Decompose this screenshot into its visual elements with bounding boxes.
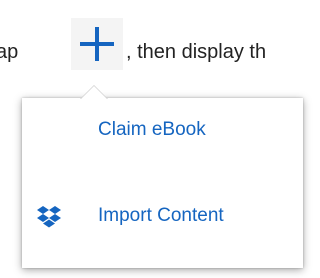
dropbox-icon (36, 203, 62, 229)
instruction-text-before: ap (0, 41, 19, 63)
claim-ebook-menu-item[interactable]: Claim eBook (22, 108, 303, 152)
instruction-text-after: , then display th (126, 41, 267, 63)
import-content-label: Import Content (98, 205, 224, 226)
add-menu-popover: Claim eBook Import Content (22, 85, 303, 268)
claim-ebook-label: Claim eBook (98, 119, 206, 140)
import-content-menu-item[interactable]: Import Content (22, 194, 303, 238)
popover-arrow (81, 86, 107, 99)
plus-icon (80, 27, 114, 61)
instruction-text: ap , then display th (0, 30, 308, 74)
add-button[interactable] (71, 18, 123, 70)
